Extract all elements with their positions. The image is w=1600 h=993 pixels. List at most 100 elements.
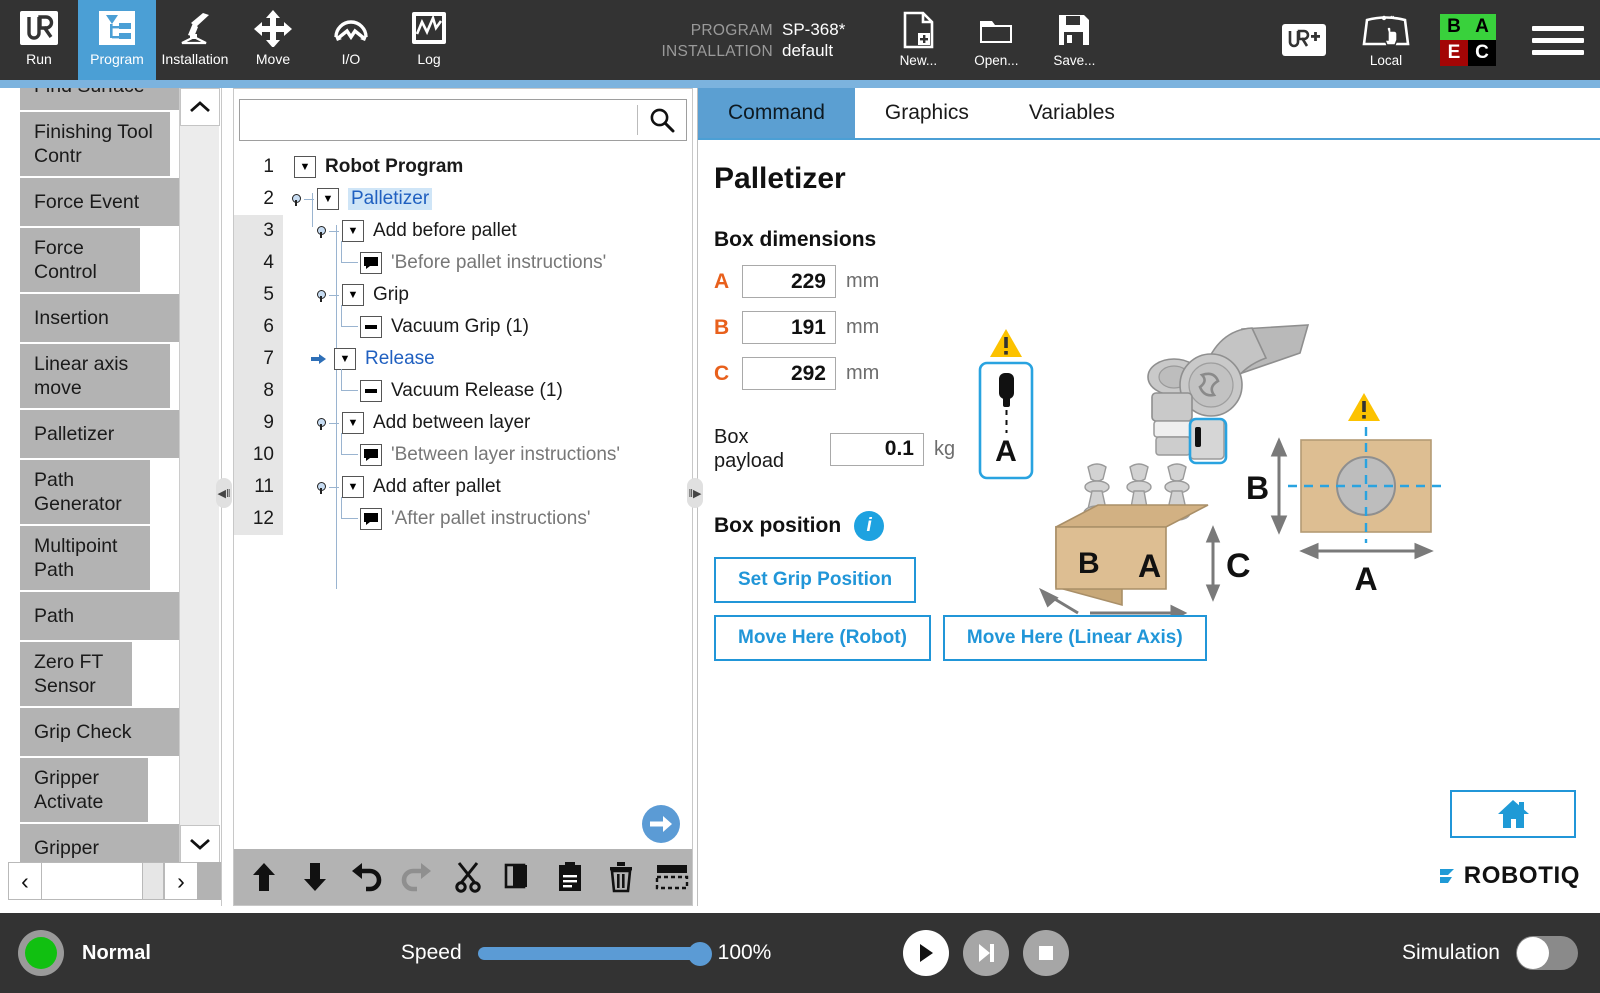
new-button[interactable]: New... xyxy=(879,0,957,80)
comment-icon[interactable] xyxy=(360,444,382,466)
redo-icon[interactable] xyxy=(397,855,438,899)
dimension-input-c[interactable] xyxy=(742,357,836,390)
table-row[interactable]: 10 'Between layer instructions' xyxy=(234,433,692,471)
sidebar-item-gripper[interactable]: Gripper xyxy=(20,824,198,863)
breakpoint-pin-icon[interactable] xyxy=(314,225,327,238)
sidebar-item-finishing-tool-contr[interactable]: Finishing Tool Contr xyxy=(20,112,170,178)
line-number: 2 xyxy=(263,188,274,209)
tab-variables[interactable]: Variables xyxy=(999,88,1145,138)
sidebar-scrollbar[interactable] xyxy=(179,88,220,863)
table-row[interactable]: 11 ▼ Add after pallet xyxy=(234,471,692,503)
sidebar-item-multipoint-path[interactable]: Multipoint Path xyxy=(20,526,150,592)
table-row[interactable]: 9 ▼ Add between layer xyxy=(234,407,692,439)
sidebar-item-insertion[interactable]: Insertion xyxy=(20,294,198,344)
scroll-right-button[interactable]: › xyxy=(164,862,198,900)
table-row[interactable]: 5 ▼ Grip xyxy=(234,279,692,311)
nav-move[interactable]: Move xyxy=(234,0,312,80)
info-icon[interactable]: i xyxy=(854,511,885,541)
sidebar-item-grip-check[interactable]: Grip Check xyxy=(20,708,198,758)
nav-program[interactable]: Program xyxy=(78,0,156,80)
scroll-left-button[interactable]: ‹ xyxy=(8,862,42,900)
breakpoint-pin-icon[interactable] xyxy=(314,481,327,494)
comment-icon[interactable] xyxy=(360,252,382,274)
collapse-toggle-icon[interactable]: ▼ xyxy=(342,476,364,498)
h-scroll-track[interactable] xyxy=(42,862,142,900)
status-cell-a: A xyxy=(1468,14,1496,40)
move-down-icon[interactable] xyxy=(295,855,336,899)
sidebar-splitter-handle[interactable]: ◀‖ xyxy=(216,478,232,508)
collapse-toggle-icon[interactable]: ▼ xyxy=(342,284,364,306)
collapse-toggle-icon[interactable]: ▼ xyxy=(342,220,364,242)
collapse-toggle-icon[interactable]: ▼ xyxy=(342,412,364,434)
urplus-button[interactable] xyxy=(1282,24,1326,56)
nav-log[interactable]: Log xyxy=(390,0,468,80)
move-here-robot-button[interactable]: Move Here (Robot) xyxy=(714,615,931,661)
table-row[interactable]: 7 ▼ Release xyxy=(234,343,692,375)
local-button[interactable]: Local xyxy=(1360,12,1412,68)
arrow-right-circle-icon[interactable] xyxy=(642,805,680,843)
nav-installation[interactable]: Installation xyxy=(156,0,234,80)
table-row[interactable]: 8 Vacuum Release (1) xyxy=(234,369,692,407)
play-icon[interactable] xyxy=(903,930,950,976)
save-button[interactable]: Save... xyxy=(1035,0,1113,80)
collapse-toggle-icon[interactable]: ▼ xyxy=(317,188,339,210)
sidebar-item-path[interactable]: Path xyxy=(20,592,198,642)
sidebar-item-label: Gripper Activate xyxy=(34,767,104,813)
set-grip-position-button[interactable]: Set Grip Position xyxy=(714,557,917,603)
box-payload-input[interactable] xyxy=(830,432,924,466)
move-up-icon[interactable] xyxy=(244,855,285,899)
dimension-input-b[interactable] xyxy=(742,311,836,344)
breakpoint-pin-icon[interactable] xyxy=(314,289,327,302)
search-input[interactable] xyxy=(240,100,637,140)
move-here-linear-axis-button[interactable]: Move Here (Linear Axis) xyxy=(942,615,1207,661)
sidebar-item-gripper-activate[interactable]: Gripper Activate xyxy=(20,758,148,824)
hamburger-menu-icon[interactable] xyxy=(1532,25,1584,55)
sidebar-item-zero-ft-sensor[interactable]: Zero FT Sensor xyxy=(20,642,132,708)
table-row[interactable]: 3 ▼ Add before pallet xyxy=(234,215,692,247)
breakpoint-pin-icon[interactable] xyxy=(289,193,302,206)
undo-icon[interactable] xyxy=(346,855,387,899)
nav-io[interactable]: I/O xyxy=(312,0,390,80)
tab-graphics[interactable]: Graphics xyxy=(855,88,999,138)
speed-slider-knob[interactable] xyxy=(687,941,712,966)
home-button[interactable] xyxy=(1450,790,1576,838)
open-button[interactable]: Open... xyxy=(957,0,1035,80)
table-row[interactable]: 4 'Before pallet instructions' xyxy=(234,241,692,279)
step-icon[interactable] xyxy=(963,930,1010,976)
stop-icon[interactable] xyxy=(1023,930,1070,976)
status-grid[interactable]: B A E C xyxy=(1440,14,1496,66)
h-scroll-thumb[interactable] xyxy=(142,862,164,900)
chevron-down-icon[interactable] xyxy=(180,825,220,863)
paste-icon[interactable] xyxy=(549,855,590,899)
chevron-up-icon[interactable] xyxy=(180,88,220,126)
tree-splitter-handle[interactable]: ‖▶ xyxy=(687,478,703,508)
instruction-icon[interactable] xyxy=(360,316,382,338)
instruction-icon[interactable] xyxy=(360,380,382,402)
dimension-input-a[interactable] xyxy=(742,265,836,298)
table-row[interactable]: 6 Vacuum Grip (1) xyxy=(234,305,692,343)
speed-slider[interactable] xyxy=(477,941,712,966)
table-row[interactable]: 1 ▼ Robot Program xyxy=(234,151,692,183)
suppress-icon[interactable] xyxy=(651,855,692,899)
breakpoint-pin-icon[interactable] xyxy=(314,417,327,430)
magnifier-icon[interactable] xyxy=(638,100,686,140)
delete-trash-icon[interactable] xyxy=(600,855,641,899)
line-number: 7 xyxy=(234,343,283,375)
copy-icon[interactable] xyxy=(498,855,539,899)
sidebar-item-path-generator[interactable]: Path Generator xyxy=(20,460,150,526)
simulation-toggle[interactable] xyxy=(1516,936,1578,970)
sidebar-horizontal-scrollbar[interactable]: ‹ › xyxy=(8,862,198,900)
nav-run[interactable]: Run xyxy=(0,0,78,80)
collapse-toggle-icon[interactable]: ▼ xyxy=(294,156,316,178)
tab-command[interactable]: Command xyxy=(698,88,855,138)
collapse-toggle-icon[interactable]: ▼ xyxy=(334,348,356,370)
sidebar-item-linear-axis-move[interactable]: Linear axis move xyxy=(20,344,170,410)
sidebar-item-force-control[interactable]: Force Control xyxy=(20,228,140,294)
table-row[interactable]: 12 'After pallet instructions' xyxy=(234,497,692,535)
comment-icon[interactable] xyxy=(360,508,382,530)
sidebar-item-palletizer[interactable]: Palletizer xyxy=(20,410,198,460)
table-row[interactable]: 2 ▼ Palletizer xyxy=(234,183,692,215)
sidebar-item-force-event[interactable]: Force Event xyxy=(20,178,198,228)
cut-icon[interactable] xyxy=(448,855,489,899)
sidebar-item-find-surface[interactable]: Find Surface xyxy=(20,88,198,112)
